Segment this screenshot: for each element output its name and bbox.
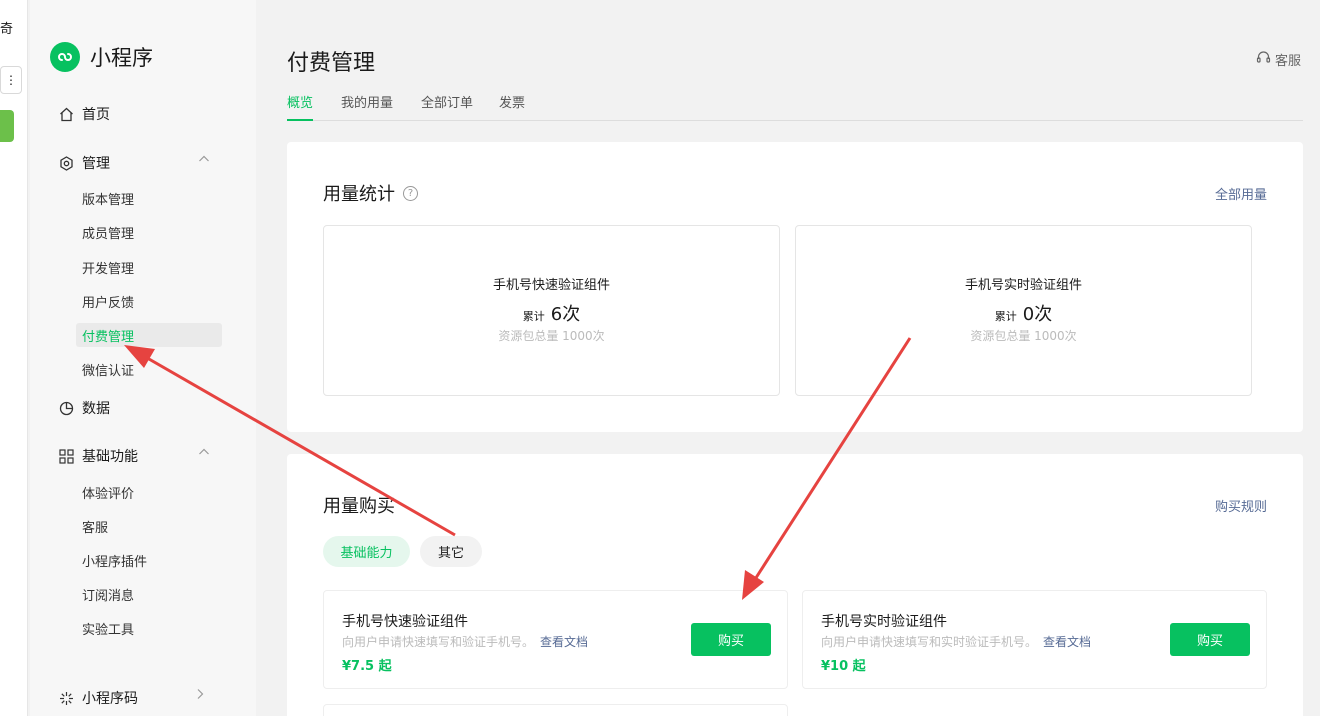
sidebar-item-data[interactable]: 数据 bbox=[58, 398, 110, 418]
more-menu-button[interactable]: ⋮ bbox=[0, 66, 22, 94]
app-logo[interactable]: 小程序 bbox=[50, 42, 153, 72]
filter-pill-other[interactable]: 其它 bbox=[420, 536, 482, 567]
sidebar-item-wechat-auth[interactable]: 微信认证 bbox=[82, 360, 134, 379]
buy-button[interactable]: 购买 bbox=[1170, 623, 1250, 656]
sidebar-item-experience[interactable]: 体验评价 bbox=[82, 483, 134, 502]
sidebar-item-label: 首页 bbox=[82, 107, 110, 123]
product-title: 手机号实时验证组件 bbox=[821, 614, 947, 630]
service-label: 客服 bbox=[1275, 54, 1302, 69]
customer-service-link[interactable]: 客服 bbox=[1256, 50, 1301, 69]
sidebar-item-manage[interactable]: 管理 bbox=[58, 153, 209, 173]
sidebar-item-customer-service[interactable]: 客服 bbox=[82, 517, 108, 536]
gear-icon bbox=[58, 155, 74, 171]
usage-stats-card: 用量统计 ? 全部用量 手机号快速验证组件 累计 6次 资源包总量 1000次 手… bbox=[287, 142, 1303, 432]
product-price: ¥7.5 起 bbox=[342, 659, 392, 674]
adjacent-window-edge: 奇 ⋮ bbox=[0, 0, 28, 716]
sidebar-item-lab[interactable]: 实验工具 bbox=[82, 619, 134, 638]
stat-quota: 资源包总量 1000次 bbox=[970, 329, 1077, 343]
filter-pill-basic[interactable]: 基础能力 bbox=[323, 536, 410, 567]
sidebar-item-feedback[interactable]: 用户反馈 bbox=[82, 292, 134, 311]
stat-name: 手机号快速验证组件 bbox=[492, 278, 610, 293]
stat-name: 手机号实时验证组件 bbox=[964, 278, 1082, 293]
sidebar-item-label: 基础功能 bbox=[82, 449, 138, 465]
product-card-partial bbox=[323, 704, 788, 716]
product-price: ¥10 起 bbox=[821, 659, 866, 674]
sidebar-item-subscribe[interactable]: 订阅消息 bbox=[82, 585, 134, 604]
product-card-quick-verify: 手机号快速验证组件 向用户申请快速填写和验证手机号。 查看文档 ¥7.5 起 购买 bbox=[323, 590, 788, 689]
grid-icon bbox=[58, 448, 74, 464]
stat-box-realtime-verify: 手机号实时验证组件 累计 0次 资源包总量 1000次 bbox=[795, 225, 1252, 396]
page-title: 付费管理 bbox=[287, 51, 376, 76]
sidebar-item-label: 数据 bbox=[82, 401, 110, 417]
sidebar-item-label: 管理 bbox=[82, 156, 110, 172]
headset-icon bbox=[1256, 50, 1275, 69]
edge-char: 奇 bbox=[0, 22, 14, 37]
product-desc: 向用户申请快速填写和验证手机号。 查看文档 bbox=[342, 635, 589, 649]
app-name: 小程序 bbox=[90, 46, 153, 70]
product-card-realtime-verify: 手机号实时验证组件 向用户申请快速填写和实时验证手机号。 查看文档 ¥10 起 购… bbox=[802, 590, 1267, 689]
sidebar-item-version[interactable]: 版本管理 bbox=[82, 189, 134, 208]
miniprogram-logo-icon bbox=[50, 42, 80, 72]
stat-value: 累计 0次 bbox=[994, 304, 1053, 325]
buy-button[interactable]: 购买 bbox=[691, 623, 771, 656]
tab-overview[interactable]: 概览 bbox=[287, 92, 314, 121]
edge-green-tab[interactable] bbox=[0, 110, 14, 142]
product-desc: 向用户申请快速填写和实时验证手机号。 查看文档 bbox=[821, 635, 1092, 649]
chevron-right-icon[interactable] bbox=[194, 688, 206, 704]
section-title: 用量购买 bbox=[323, 496, 395, 517]
tab-all-orders[interactable]: 全部订单 bbox=[421, 92, 473, 121]
sidebar: 小程序 首页 管理 版本管理 成员管理 开发管理 用户反馈 付费管理 微信认证 … bbox=[30, 0, 256, 716]
usage-purchase-card: 用量购买 购买规则 基础能力 其它 手机号快速验证组件 向用户申请快速填写和验证… bbox=[287, 454, 1303, 716]
stat-box-quick-verify: 手机号快速验证组件 累计 6次 资源包总量 1000次 bbox=[323, 225, 780, 396]
usage-stats-title: 用量统计 ? bbox=[323, 180, 418, 206]
all-usage-link[interactable]: 全部用量 bbox=[1215, 184, 1267, 203]
sidebar-item-label: 小程序码 bbox=[82, 691, 138, 707]
purchase-rules-link[interactable]: 购买规则 bbox=[1215, 496, 1267, 515]
view-docs-link[interactable]: 查看文档 bbox=[540, 635, 588, 649]
section-title: 用量统计 bbox=[323, 184, 395, 205]
sunburst-icon bbox=[58, 690, 74, 706]
tab-bar: 概览 我的用量 全部订单 发票 bbox=[287, 92, 1303, 121]
product-title: 手机号快速验证组件 bbox=[342, 614, 468, 630]
tab-my-usage[interactable]: 我的用量 bbox=[341, 92, 393, 121]
sidebar-item-basic[interactable]: 基础功能 bbox=[58, 446, 209, 466]
view-docs-link[interactable]: 查看文档 bbox=[1043, 635, 1091, 649]
help-icon[interactable]: ? bbox=[403, 185, 418, 201]
stat-value: 累计 6次 bbox=[522, 304, 581, 325]
sidebar-item-qrcode[interactable]: 小程序码 bbox=[58, 688, 204, 708]
sidebar-item-dev[interactable]: 开发管理 bbox=[82, 258, 134, 277]
sidebar-item-members[interactable]: 成员管理 bbox=[82, 223, 134, 242]
stat-quota: 资源包总量 1000次 bbox=[498, 329, 605, 343]
home-icon bbox=[58, 106, 74, 122]
sidebar-item-plugins[interactable]: 小程序插件 bbox=[82, 551, 147, 570]
sidebar-item-payment[interactable]: 付费管理 bbox=[82, 326, 134, 345]
pie-chart-icon bbox=[58, 400, 74, 416]
chevron-up-icon[interactable] bbox=[198, 446, 210, 462]
chevron-up-icon[interactable] bbox=[198, 153, 210, 169]
tab-invoice[interactable]: 发票 bbox=[499, 92, 525, 121]
sidebar-item-home[interactable]: 首页 bbox=[58, 104, 110, 124]
